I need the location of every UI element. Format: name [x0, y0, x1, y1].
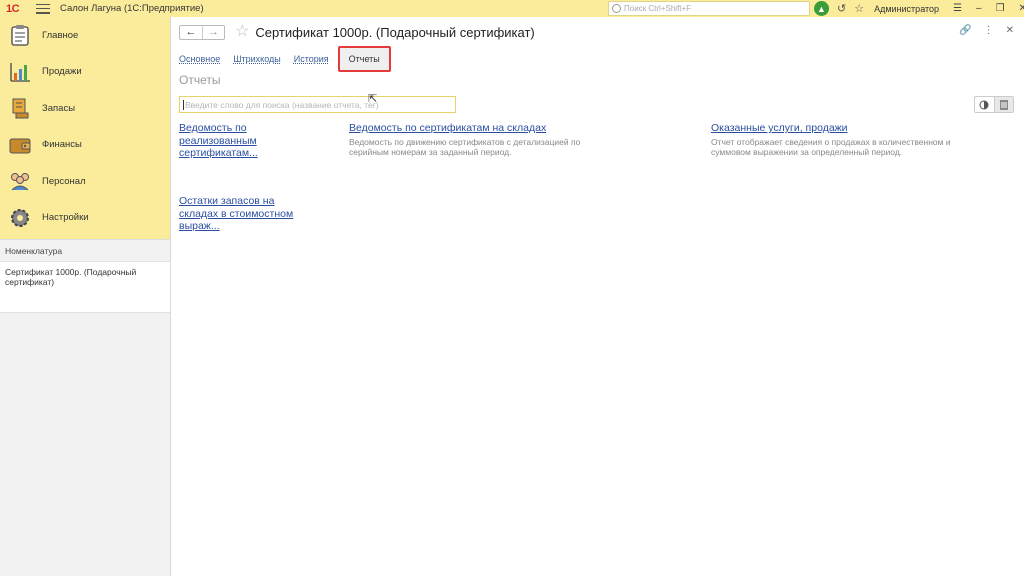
sections-panel: Главное Продажи Запасы Финансы Персонал — [0, 17, 170, 239]
favorite-star-icon[interactable]: ☆ — [235, 24, 249, 40]
report-item: Ведомость по реализованным сертификатам.… — [179, 122, 274, 160]
box-stock-icon — [8, 96, 32, 120]
close-window-button[interactable]: ✕ — [1019, 3, 1024, 14]
section-label: Главное — [42, 29, 79, 41]
text-caret — [183, 99, 184, 110]
sales-chart-icon — [8, 60, 32, 84]
wallet-icon — [8, 133, 32, 157]
minimize-button[interactable]: – — [976, 3, 982, 14]
maximize-button[interactable]: ❐ — [996, 3, 1005, 14]
app-title: Салон Лагуна (1С:Предприятие) — [60, 3, 204, 14]
sidebar: Главное Продажи Запасы Финансы Персонал — [0, 17, 171, 576]
main-content: ← → ☆ Сертификат 1000р. (Подарочный серт… — [172, 17, 1024, 576]
section-label: Запасы — [42, 102, 76, 114]
section-sales[interactable]: Продажи — [0, 54, 170, 91]
section-label: Продажи — [42, 66, 82, 78]
forward-button[interactable]: → — [202, 25, 224, 39]
tab-main[interactable]: Основное — [179, 54, 220, 64]
search-icon — [612, 4, 621, 13]
section-label: Финансы — [42, 139, 82, 151]
main-menu-icon[interactable] — [36, 3, 50, 14]
close-form-icon[interactable]: ✕ — [1006, 25, 1014, 36]
report-link[interactable]: Остатки запасов на складах в стоимостном… — [179, 195, 294, 233]
form-actions: 🔗 ⋮ ✕ — [947, 25, 1014, 36]
global-search-input[interactable]: Поиск Ctrl+Shift+F — [608, 1, 810, 16]
report-link[interactable]: Ведомость по сертификатам на складах — [349, 122, 589, 135]
back-button[interactable]: ← — [180, 26, 202, 39]
history-nav: ← → — [179, 24, 225, 40]
report-link[interactable]: Ведомость по реализованным сертификатам.… — [179, 122, 274, 160]
link-icon[interactable]: 🔗 — [959, 25, 971, 36]
tab-barcodes[interactable]: Штрихкоды — [233, 54, 280, 64]
settings-menu-icon[interactable]: ☰ — [953, 3, 962, 14]
tab-reports[interactable]: Отчеты — [337, 46, 391, 72]
history-icon[interactable]: ↺ — [837, 2, 846, 15]
form-header: ← → ☆ Сертификат 1000р. (Подарочный серт… — [179, 24, 535, 40]
section-title: Отчеты — [179, 73, 221, 87]
section-settings[interactable]: Настройки — [0, 200, 170, 237]
navigation-header[interactable]: Номенклатура — [0, 239, 170, 261]
form-tabs: Основное Штрихкоды История Отчеты — [179, 46, 391, 72]
report-search-placeholder: Введите слово для поиска (название отчет… — [185, 99, 379, 110]
view-switcher — [974, 96, 1014, 113]
report-item: Остатки запасов на складах в стоимостном… — [179, 195, 294, 233]
more-actions-icon[interactable]: ⋮ — [984, 25, 994, 36]
current-user[interactable]: Администратор — [874, 4, 939, 14]
navigation-item-current[interactable]: Сертификат 1000р. (Подарочный сертификат… — [0, 261, 170, 313]
section-stock[interactable]: Запасы — [0, 90, 170, 127]
page-title: Сертификат 1000р. (Подарочный сертификат… — [255, 24, 535, 40]
report-item: Оказанные услуги, продажи Отчет отобража… — [711, 122, 971, 157]
tab-history[interactable]: История — [294, 54, 329, 64]
report-search-input[interactable]: Введите слово для поиска (название отчет… — [179, 96, 456, 113]
title-bar: 1С Салон Лагуна (1С:Предприятие) Поиск C… — [0, 0, 1024, 17]
people-icon — [8, 169, 32, 193]
favorites-star-icon[interactable]: ☆ — [854, 2, 864, 15]
report-description: Ведомость по движению сертификатов с дет… — [349, 136, 581, 157]
section-finance[interactable]: Финансы — [0, 127, 170, 164]
section-label: Настройки — [42, 212, 89, 224]
report-link[interactable]: Оказанные услуги, продажи — [711, 122, 971, 135]
report-item: Ведомость по сертификатам на складах Вед… — [349, 122, 589, 157]
gear-icon — [8, 206, 32, 230]
section-main[interactable]: Главное — [0, 17, 170, 54]
mouse-pointer-icon: ⇱ — [368, 93, 378, 105]
list-view-icon[interactable] — [993, 97, 1013, 112]
view-mode-icon[interactable] — [975, 97, 994, 112]
app-logo: 1С — [6, 2, 20, 15]
global-search-placeholder: Поиск Ctrl+Shift+F — [624, 4, 692, 13]
notifications-icon[interactable]: ▲ — [814, 1, 829, 16]
section-label: Персонал — [42, 175, 86, 187]
clipboard-icon — [8, 23, 32, 47]
section-personnel[interactable]: Персонал — [0, 163, 170, 200]
report-description: Отчет отображает сведения о продажах в к… — [711, 136, 951, 157]
